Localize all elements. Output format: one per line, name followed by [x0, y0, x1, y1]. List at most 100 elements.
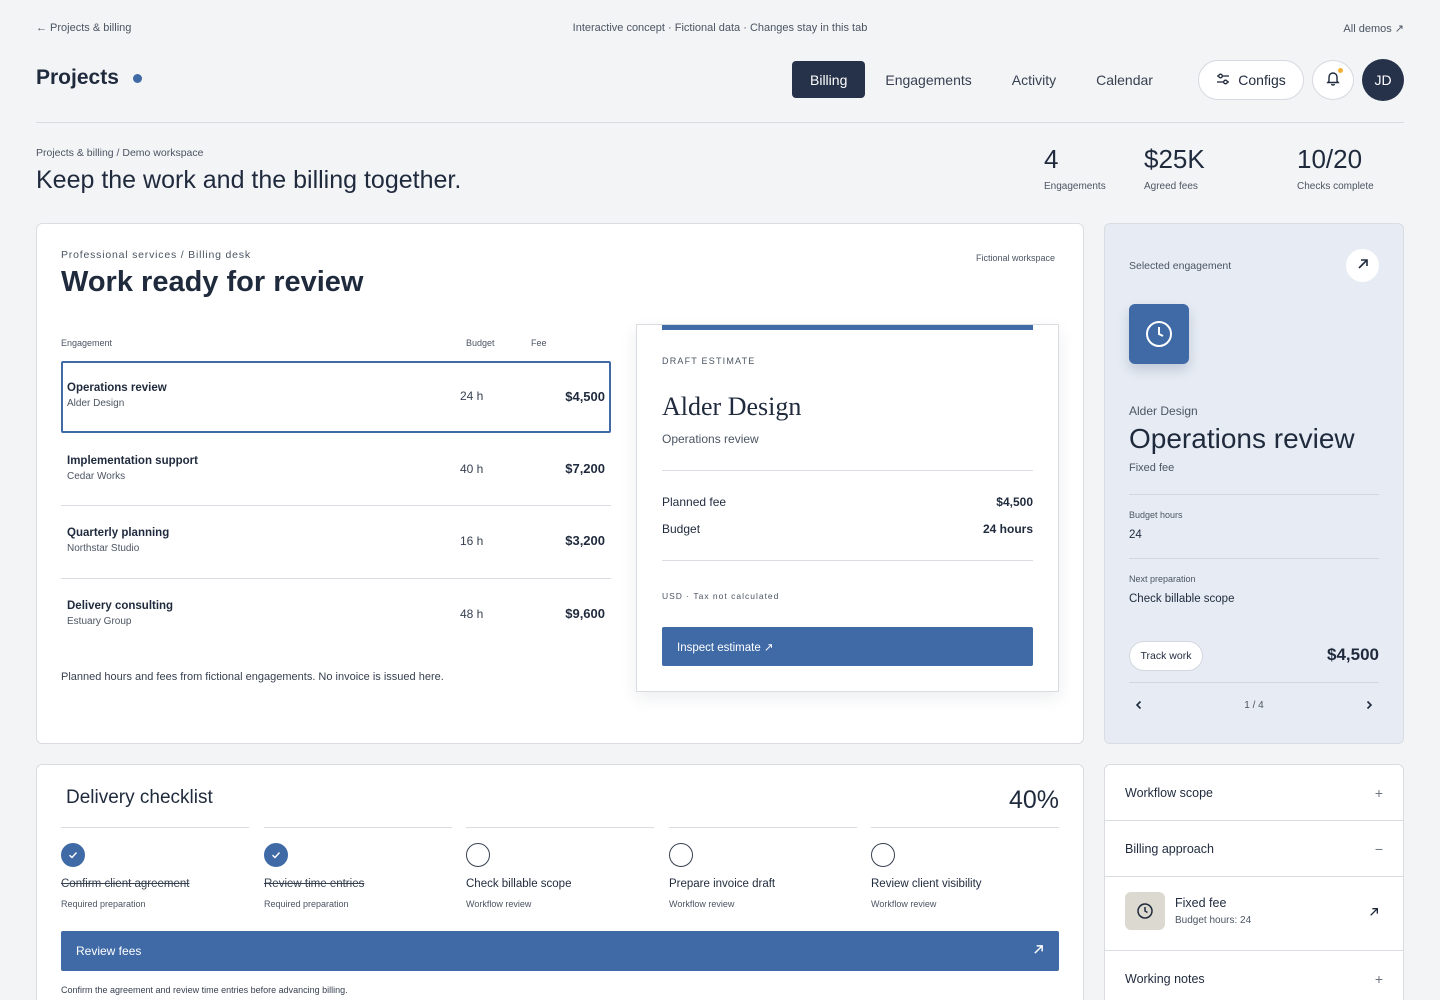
- open-engagement-button[interactable]: [1346, 249, 1379, 282]
- selected-fee: $4,500: [1327, 645, 1379, 664]
- table-row[interactable]: Implementation support Cedar Works 40 h …: [61, 434, 611, 506]
- checklist-step[interactable]: Prepare invoice draft Workflow review: [669, 827, 857, 917]
- budget-value: 24 hours: [982, 522, 1033, 536]
- table-note: Planned hours and fees from fictional en…: [61, 671, 444, 683]
- stat-engagements: 4 Engagements: [1044, 144, 1106, 192]
- table-row[interactable]: Operations review Alder Design 24 h $4,5…: [61, 361, 611, 433]
- stat-label: Engagements: [1044, 181, 1106, 192]
- tab-billing[interactable]: Billing: [792, 61, 866, 98]
- budget-hours-label: Budget hours: [1129, 510, 1183, 520]
- estimate-accent-bar: [662, 325, 1033, 330]
- stat-value: 4: [1044, 144, 1059, 174]
- chevron-right-icon[interactable]: [1359, 695, 1379, 715]
- accordion-billing-approach[interactable]: Billing approach −: [1105, 821, 1403, 877]
- stat-checks-complete: 10/20 Checks complete: [1297, 144, 1374, 192]
- budget-hours-value: 24: [1129, 529, 1142, 541]
- checklist-step[interactable]: Review client visibility Workflow review: [871, 827, 1059, 917]
- pager-label: 1 / 4: [1244, 699, 1264, 711]
- step-label: Prepare invoice draft: [669, 878, 776, 890]
- step-label: Check billable scope: [466, 878, 572, 890]
- selected-client: Alder Design: [1129, 404, 1198, 418]
- row-client: Estuary Group: [67, 616, 132, 627]
- next-prep-value: Check billable scope: [1129, 593, 1235, 605]
- brand-dot-icon: [132, 73, 142, 83]
- row-fee: $9,600: [565, 606, 605, 621]
- workspace-badge: Fictional workspace: [976, 253, 1056, 263]
- selected-eyebrow: Selected engagement: [1129, 260, 1232, 272]
- accordion-workflow-scope[interactable]: Workflow scope +: [1105, 765, 1403, 821]
- estimate-client: Alder Design: [662, 392, 802, 421]
- checklist-step[interactable]: Review time entries Required preparation: [264, 827, 452, 917]
- estimate-divider: [662, 560, 1033, 561]
- row-engagement: Operations review: [67, 382, 167, 394]
- review-title: Work ready for review: [61, 266, 364, 298]
- planned-fee-label: Planned fee: [662, 495, 727, 509]
- step-category: Workflow review: [871, 899, 937, 909]
- checklist-note: Confirm the agreement and review time en…: [61, 985, 348, 995]
- step-category: Required preparation: [61, 899, 146, 909]
- inspect-estimate-button[interactable]: Inspect estimate ↗: [662, 627, 1033, 666]
- accordion-label: Billing approach: [1125, 841, 1214, 856]
- checklist-step[interactable]: Confirm client agreement Required prepar…: [61, 827, 249, 917]
- notification-dot: [1338, 68, 1343, 73]
- planned-fee-value: $4,500: [996, 495, 1033, 509]
- accordion-label: Working notes: [1125, 972, 1205, 986]
- header-divider: [36, 122, 1404, 123]
- row-engagement: Quarterly planning: [67, 527, 170, 539]
- arrow-up-right-icon: [1033, 944, 1044, 958]
- billing-approach-option[interactable]: Fixed fee Budget hours: 24: [1105, 877, 1403, 951]
- row-fee: $3,200: [565, 533, 605, 548]
- table-row[interactable]: Delivery consulting Estuary Group 48 h $…: [61, 579, 611, 651]
- stat-value: $25K: [1144, 144, 1205, 174]
- all-demos-link[interactable]: All demos ↗: [1343, 22, 1404, 35]
- notifications-button[interactable]: [1312, 60, 1354, 100]
- column-engagement: Engagement: [61, 338, 113, 348]
- tab-engagements[interactable]: Engagements: [865, 61, 991, 98]
- step-label: Confirm client agreement: [61, 878, 190, 890]
- review-fees-label: Review fees: [76, 944, 142, 958]
- stat-agreed-fees: $25K Agreed fees: [1144, 144, 1205, 192]
- empty-circle-icon[interactable]: [871, 843, 895, 867]
- row-hours: 40 h: [460, 462, 484, 476]
- check-icon[interactable]: [264, 843, 288, 867]
- pager: 1 / 4: [1129, 695, 1379, 715]
- table-row[interactable]: Quarterly planning Northstar Studio 16 h…: [61, 506, 611, 578]
- clock-icon: [1129, 304, 1189, 364]
- step-label: Review client visibility: [871, 878, 982, 890]
- arrow-up-right-icon[interactable]: [1369, 904, 1379, 922]
- track-work-button[interactable]: Track work: [1129, 641, 1203, 671]
- configs-button[interactable]: Configs: [1198, 60, 1304, 100]
- panel-divider: [1129, 558, 1379, 559]
- estimate-eyebrow: DRAFT ESTIMATE: [662, 356, 756, 366]
- clock-icon: [1125, 892, 1165, 930]
- estimate-engagement: Operations review: [662, 432, 759, 446]
- breadcrumb: Projects & billing / Demo workspace: [36, 147, 204, 159]
- app-brand: Projects: [36, 66, 142, 90]
- accordion-label: Workflow scope: [1125, 785, 1213, 800]
- column-budget: Budget: [466, 338, 495, 348]
- plus-icon: +: [1374, 784, 1383, 801]
- step-label: Review time entries: [264, 878, 365, 890]
- accordion-working-notes[interactable]: Working notes +: [1105, 951, 1403, 1000]
- review-fees-button[interactable]: Review fees: [61, 931, 1059, 971]
- currency-note: USD · Tax not calculated: [662, 591, 780, 601]
- option-title: Fixed fee: [1175, 896, 1227, 910]
- chevron-left-icon[interactable]: [1129, 695, 1149, 715]
- step-category: Workflow review: [669, 899, 735, 909]
- estimate-divider: [662, 470, 1033, 471]
- avatar[interactable]: JD: [1362, 59, 1404, 101]
- page-headline: Keep the work and the billing together.: [36, 166, 462, 194]
- check-icon[interactable]: [61, 843, 85, 867]
- checklist-step[interactable]: Check billable scope Workflow review: [466, 827, 654, 917]
- tab-activity[interactable]: Activity: [992, 61, 1076, 98]
- row-client: Northstar Studio: [67, 543, 140, 554]
- tab-calendar[interactable]: Calendar: [1076, 61, 1173, 98]
- main-nav: Billing Engagements Activity Calendar: [792, 61, 1173, 98]
- row-client: Cedar Works: [67, 471, 126, 482]
- row-client: Alder Design: [67, 398, 125, 409]
- review-eyebrow: Professional services / Billing desk: [61, 249, 251, 261]
- empty-circle-icon[interactable]: [669, 843, 693, 867]
- option-detail: Budget hours: 24: [1175, 915, 1252, 926]
- empty-circle-icon[interactable]: [466, 843, 490, 867]
- top-bar: ← Projects & billing Interactive concept…: [36, 22, 1404, 36]
